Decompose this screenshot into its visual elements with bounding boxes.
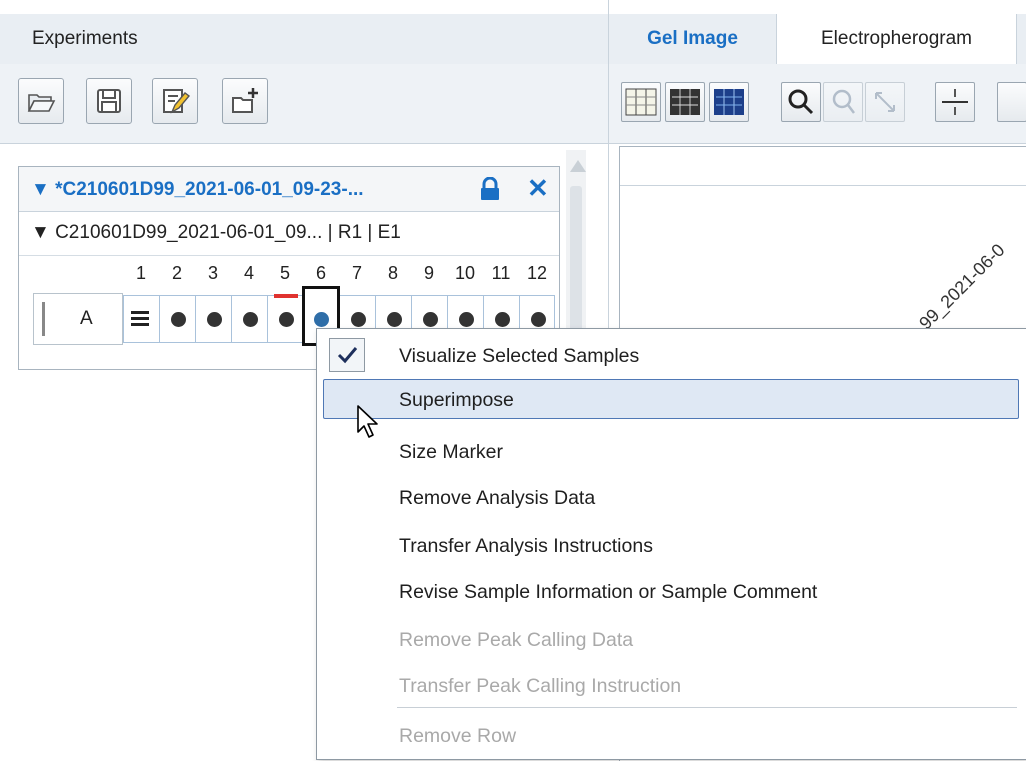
experiment-title[interactable]: ▼ *C210601D99_2021-06-01_09-23-... [31, 179, 364, 201]
column-number: 2 [171, 263, 182, 283]
run-row[interactable]: ▼ C210601D99_2021-06-01_09... | R1 | E1 [19, 211, 559, 256]
expand-arrows-icon [875, 92, 895, 112]
layout-grid-blue-button[interactable] [709, 82, 749, 122]
menu-item-label: Superimpose [399, 389, 514, 411]
menu-item-label: Revise Sample Information or Sample Comm… [399, 581, 818, 603]
checkmark-icon [337, 347, 358, 364]
experiment-title-row[interactable]: ▼ *C210601D99_2021-06-01_09-23-... ✕ [19, 167, 559, 212]
scroll-up-arrow-icon[interactable] [570, 160, 586, 172]
new-folder-button[interactable] [222, 78, 268, 124]
menu-item-remove-peak-calling-data[interactable]: Remove Peak Calling Data [323, 619, 1019, 659]
menu-item-superimpose[interactable]: Superimpose [323, 379, 1019, 419]
menu-separator [397, 707, 1017, 708]
edit-document-button[interactable] [152, 78, 198, 124]
close-experiment-button[interactable]: ✕ [527, 175, 549, 201]
layout-grid-dark-button[interactable] [665, 82, 705, 122]
edit-document-icon [163, 89, 190, 114]
menu-item-label: Remove Analysis Data [399, 487, 596, 509]
well-sample[interactable] [160, 296, 196, 342]
flag-bar [274, 294, 298, 298]
menu-item-revise-sample-information[interactable]: Revise Sample Information or Sample Comm… [323, 571, 1019, 611]
column-number: 4 [243, 263, 254, 283]
zoom-button[interactable] [781, 82, 821, 122]
undo-zoom-button[interactable] [823, 82, 863, 122]
column-number: 12 [526, 263, 548, 283]
column-number: 9 [423, 263, 434, 283]
ladder-icon [131, 311, 149, 326]
magnifier-icon [788, 89, 814, 115]
menu-item-size-marker[interactable]: Size Marker [323, 431, 1019, 471]
menu-item-label: Remove Row [399, 725, 517, 747]
open-folder-icon [27, 94, 56, 112]
context-menu: Visualize Selected Samples Superimpose S… [316, 328, 1026, 760]
column-number: 7 [351, 263, 362, 283]
well-sample[interactable] [196, 296, 232, 342]
menu-item-transfer-analysis-instructions[interactable]: Transfer Analysis Instructions [323, 525, 1019, 565]
rotated-sample-label: 99_2021-06-0 [915, 239, 1009, 334]
grid-light-icon [625, 88, 657, 116]
lock-icon [481, 177, 499, 200]
menu-item-label: Transfer Peak Calling Instruction [399, 675, 682, 697]
new-folder-icon [232, 88, 258, 113]
column-number: 10 [454, 263, 476, 283]
save-icon [97, 89, 121, 113]
more-tools-button[interactable] [997, 82, 1026, 122]
menu-item-label: Size Marker [399, 441, 504, 463]
layout-grid-light-button[interactable] [621, 82, 661, 122]
column-number: 5 [279, 263, 290, 283]
experiments-toolbar [0, 64, 608, 144]
menu-item-label: Remove Peak Calling Data [399, 629, 634, 651]
viewer-toolbar [609, 64, 1026, 144]
mouse-pointer-icon [357, 405, 378, 438]
tab-electropherogram[interactable]: Electropherogram [777, 14, 1017, 64]
column-number: 8 [387, 263, 398, 283]
row-label-a[interactable]: A [33, 293, 123, 345]
undo-zoom-icon [832, 89, 855, 114]
well-ladder[interactable] [124, 296, 160, 342]
viewer-tabs: Gel Image Electropherogram [609, 14, 1026, 65]
panel-title: Experiments [32, 28, 138, 49]
menu-item-label: Transfer Analysis Instructions [399, 535, 653, 557]
save-button[interactable] [86, 78, 132, 124]
menu-item-remove-row[interactable]: Remove Row [323, 715, 1019, 755]
open-folder-button[interactable] [18, 78, 64, 124]
tab-gel-image[interactable]: Gel Image [609, 14, 777, 64]
menu-item-transfer-peak-calling-instruction[interactable]: Transfer Peak Calling Instruction [323, 665, 1019, 705]
column-number: 1 [135, 263, 146, 283]
column-number: 6 [315, 263, 326, 283]
fit-view-button[interactable] [865, 82, 905, 122]
grid-blue-icon [714, 89, 744, 115]
well-sample-flagged[interactable] [268, 294, 304, 342]
well-sample[interactable] [232, 296, 268, 342]
column-number: 11 [491, 263, 511, 283]
run-label: ▼ C210601D99_2021-06-01_09... | R1 | E1 [31, 222, 401, 243]
split-divider-icon [942, 89, 968, 115]
checkbox [329, 338, 365, 372]
menu-item-remove-analysis-data[interactable]: Remove Analysis Data [323, 477, 1019, 517]
experiments-header: Experiments [0, 14, 608, 65]
menu-item-visualize-selected[interactable]: Visualize Selected Samples [323, 335, 1019, 375]
menu-item-label: Visualize Selected Samples [399, 345, 640, 367]
grid-dark-icon [670, 89, 700, 115]
row-label-text: A [80, 308, 93, 329]
split-view-button[interactable] [935, 82, 975, 122]
column-number: 3 [207, 263, 218, 283]
